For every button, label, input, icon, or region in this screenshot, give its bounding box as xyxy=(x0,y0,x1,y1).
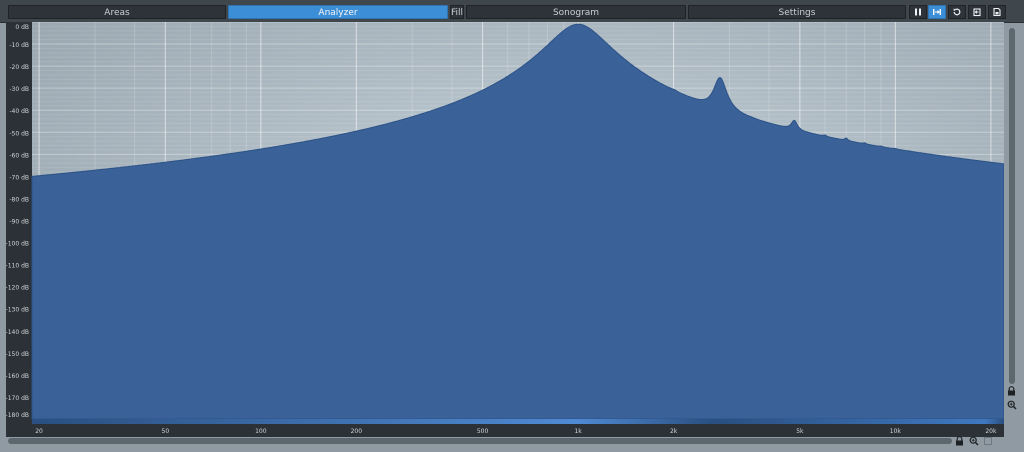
vertical-zoom-icon[interactable] xyxy=(1006,399,1017,410)
x-tick-label: 100 xyxy=(255,428,267,435)
undo-icon xyxy=(973,8,981,17)
x-tick-label: 500 xyxy=(477,428,489,435)
y-tick-label: -10 dB xyxy=(9,42,29,49)
tab-areas[interactable]: Areas xyxy=(8,5,226,19)
x-tick-label: 5k xyxy=(796,428,804,435)
spectrum-chart[interactable]: 0 dB -10 dB -20 dB -30 dB -40 dB -50 dB -60 dB… xyxy=(6,22,1004,437)
x-tick-label: 1k xyxy=(574,428,582,435)
analyzer-display[interactable]: 0 dB -10 dB -20 dB -30 dB -40 dB -50 dB -60 dB… xyxy=(6,22,1004,437)
y-tick-label: -40 dB xyxy=(9,108,29,115)
x-tick-label: 10k xyxy=(890,428,902,435)
y-tick-label: -130 dB xyxy=(6,307,29,314)
y-tick-label: -70 dB xyxy=(9,174,29,181)
x-tick-label: 200 xyxy=(351,428,363,435)
y-tick-label: -160 dB xyxy=(6,373,29,380)
y-tick-label: -170 dB xyxy=(6,395,29,402)
tab-settings[interactable]: Settings xyxy=(688,5,906,19)
reset-icon xyxy=(953,8,961,16)
tab-fill[interactable]: Fill xyxy=(450,5,464,19)
tab-analyzer[interactable]: Analyzer xyxy=(228,5,448,19)
vertical-scrollbar[interactable] xyxy=(1009,28,1015,384)
horizontal-lock-icon[interactable] xyxy=(954,435,965,446)
y-tick-label: -50 dB xyxy=(9,130,29,137)
horizontal-fit-icon[interactable] xyxy=(982,435,993,446)
y-tick-label: -30 dB xyxy=(9,86,29,93)
y-tick-label: -140 dB xyxy=(6,329,29,336)
pause-button[interactable] xyxy=(909,5,927,19)
undo-button[interactable] xyxy=(968,5,986,19)
vertical-lock-icon[interactable] xyxy=(1006,385,1017,396)
x-tick-label: 20k xyxy=(985,428,997,435)
range-icon xyxy=(933,9,941,15)
pause-icon xyxy=(915,8,921,16)
x-tick-label: 50 xyxy=(162,428,170,435)
tab-sonogram[interactable]: Sonogram xyxy=(466,5,686,19)
x-tick-label: 2k xyxy=(670,428,678,435)
frequency-scale-bar xyxy=(32,419,1004,424)
y-tick-label: -110 dB xyxy=(6,263,29,270)
horizontal-zoom-icon[interactable] xyxy=(968,435,979,446)
y-tick-label: -150 dB xyxy=(6,351,29,358)
x-tick-label: 20 xyxy=(35,428,43,435)
y-tick-label: -60 dB xyxy=(9,152,29,159)
export-button[interactable] xyxy=(988,5,1006,19)
horizontal-scrollbar[interactable] xyxy=(8,438,952,444)
y-tick-label: -120 dB xyxy=(6,285,29,292)
y-tick-label: -20 dB xyxy=(9,64,29,71)
y-tick-label: -100 dB xyxy=(6,241,29,248)
export-icon xyxy=(993,7,1001,17)
top-toolbar: Areas Analyzer Fill Sonogram Settings xyxy=(0,0,1024,23)
y-tick-label: -80 dB xyxy=(9,196,29,203)
reset-button[interactable] xyxy=(948,5,966,19)
y-tick-label: -180 dB xyxy=(6,412,29,419)
y-tick-label: 0 dB xyxy=(15,24,29,31)
range-button[interactable] xyxy=(928,5,946,19)
y-tick-label: -90 dB xyxy=(9,219,29,226)
